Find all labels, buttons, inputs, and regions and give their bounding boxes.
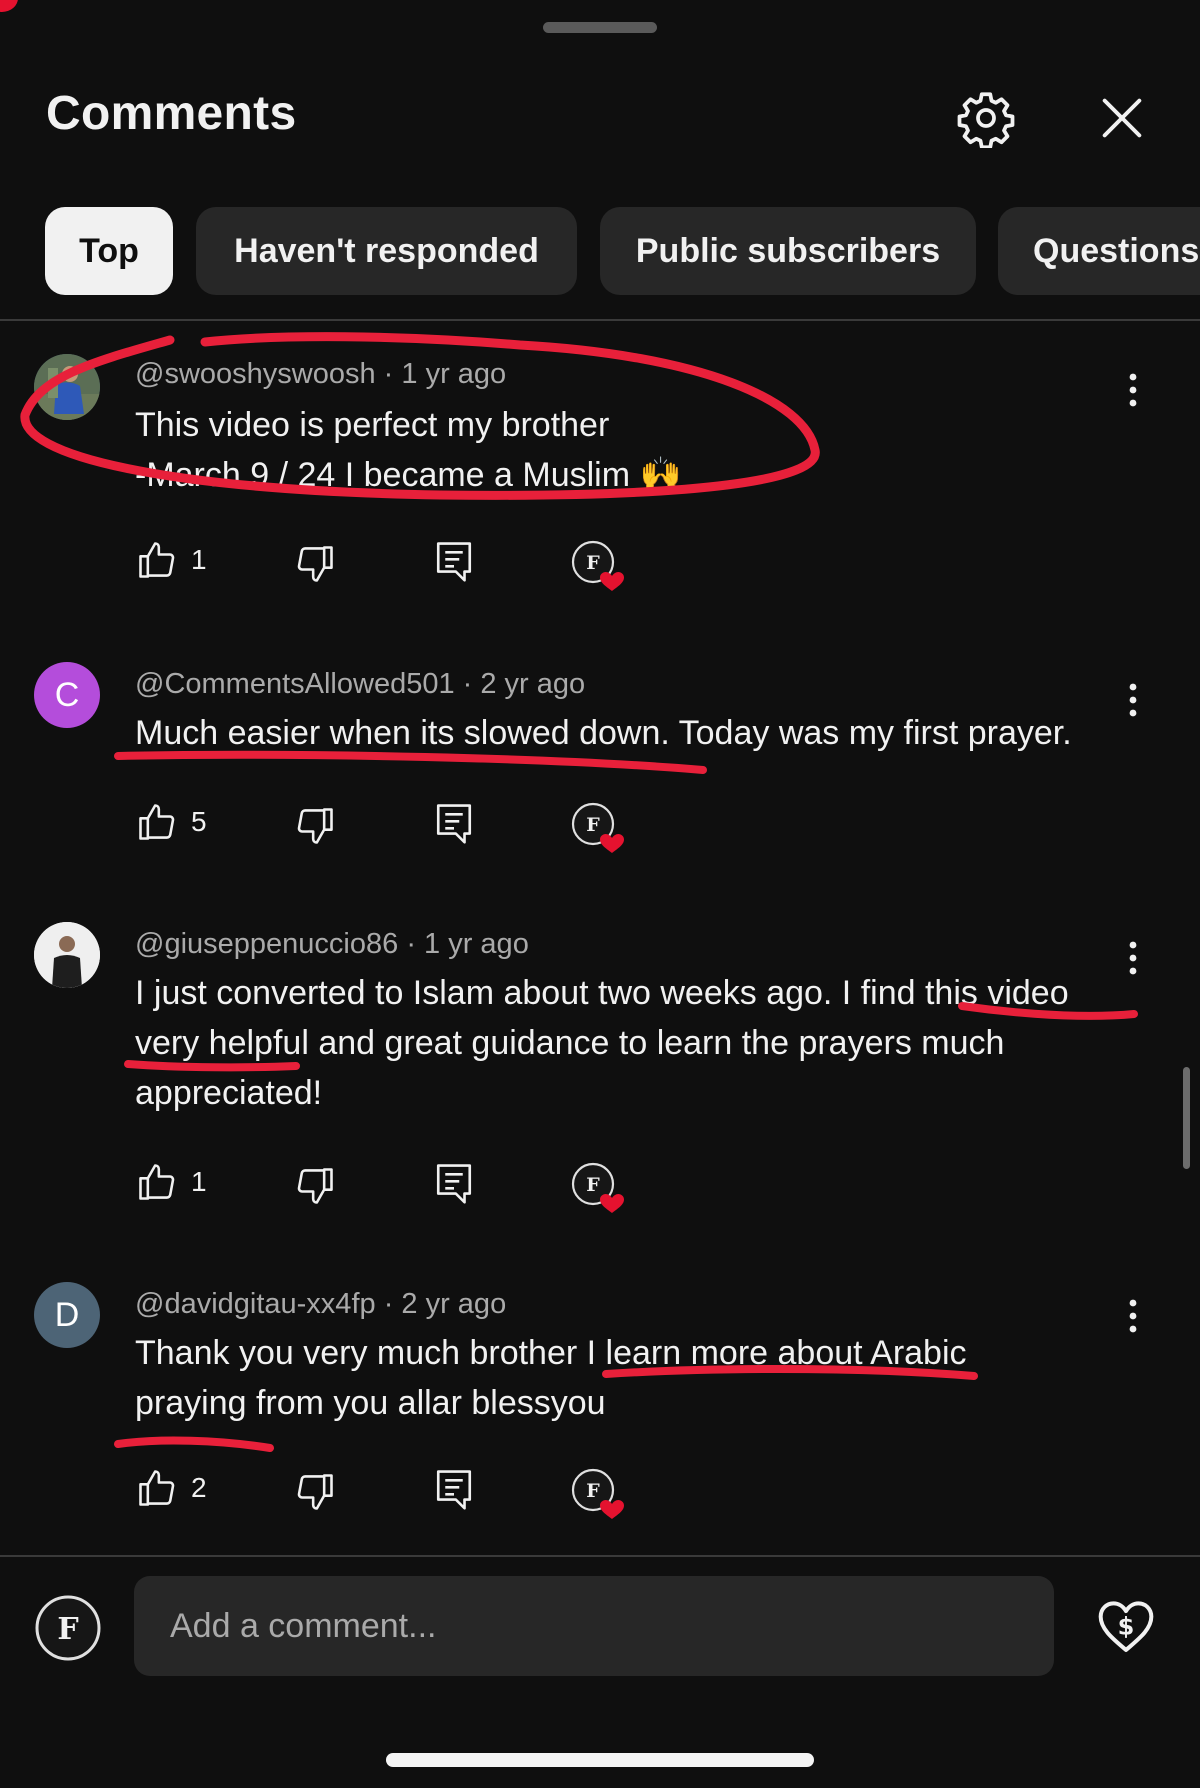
chips-divider xyxy=(0,319,1200,321)
comment-text: Thank you very much brother I learn more… xyxy=(135,1328,1135,1428)
comment-line: praying from you allar blessyou xyxy=(135,1384,606,1422)
chip-top[interactable]: Top xyxy=(45,207,173,295)
avatar-photo xyxy=(34,354,100,420)
scrollbar[interactable] xyxy=(1183,1067,1190,1169)
svg-text:F: F xyxy=(57,1612,78,1647)
comment-text: Much easier when its slowed down. Today … xyxy=(135,708,1135,758)
svg-text:$: $ xyxy=(1118,1613,1135,1641)
reply-icon[interactable] xyxy=(433,538,475,584)
filter-chips: Top Haven't responded Public subscribers… xyxy=(0,207,1200,297)
creator-heart-icon[interactable]: F xyxy=(569,1160,625,1216)
like-icon[interactable] xyxy=(135,538,179,582)
chip-public-subscribers[interactable]: Public subscribers xyxy=(600,207,976,295)
comment-time: 2 yr ago xyxy=(480,668,586,700)
like-count: 1 xyxy=(191,544,207,575)
dislike-icon[interactable] xyxy=(293,1470,337,1514)
home-indicator xyxy=(386,1753,814,1767)
comment-meta: @davidgitau-xx4fp · 2 yr ago xyxy=(135,1288,506,1321)
svg-text:F: F xyxy=(586,814,600,836)
comment-line: very helpful and great guidance to learn… xyxy=(135,1024,1005,1062)
svg-text:F: F xyxy=(586,1174,600,1196)
comment-author[interactable]: @davidgitau-xx4fp xyxy=(135,1288,376,1320)
meta-separator: · xyxy=(406,928,425,960)
avatar[interactable] xyxy=(34,354,100,420)
reply-icon[interactable] xyxy=(433,1160,475,1206)
svg-text:F: F xyxy=(586,1480,600,1502)
comment-line: appreciated! xyxy=(135,1074,323,1112)
close-icon[interactable] xyxy=(1096,92,1148,144)
comment-line: -March 9 / 24 I became a Muslim 🙌 xyxy=(135,456,682,494)
gear-icon[interactable] xyxy=(956,88,1016,148)
creator-heart-icon[interactable]: F xyxy=(569,538,625,594)
comment-time: 1 yr ago xyxy=(401,358,507,390)
like-count: 1 xyxy=(191,1166,207,1197)
super-thanks-icon[interactable]: $ xyxy=(1094,1594,1158,1658)
composer-divider xyxy=(0,1555,1200,1557)
comment-actions: 5 F xyxy=(135,800,655,853)
comment-author[interactable]: @swooshyswoosh xyxy=(135,358,376,390)
comment-line: This video is perfect my brother xyxy=(135,406,610,444)
creator-heart-icon[interactable]: F xyxy=(569,800,625,856)
page-title: Comments xyxy=(46,87,297,140)
like-icon[interactable] xyxy=(135,1160,179,1204)
more-options-icon[interactable] xyxy=(1118,370,1148,410)
creator-heart-icon[interactable]: F xyxy=(569,1466,625,1522)
meta-separator: · xyxy=(383,358,402,390)
add-comment-input[interactable] xyxy=(134,1576,1054,1676)
svg-text:F: F xyxy=(586,552,600,574)
dislike-icon[interactable] xyxy=(293,542,337,586)
comment-text: I just converted to Islam about two week… xyxy=(135,968,1135,1118)
avatar-photo xyxy=(34,922,100,988)
more-options-icon[interactable] xyxy=(1118,680,1148,720)
comment-text: This video is perfect my brother -March … xyxy=(135,400,1135,500)
comment-meta: @CommentsAllowed501 · 2 yr ago xyxy=(135,668,585,701)
comment-time: 1 yr ago xyxy=(424,928,529,960)
comment-line: Thank you very much brother I learn more… xyxy=(135,1334,967,1372)
avatar[interactable] xyxy=(34,922,100,988)
more-options-icon[interactable] xyxy=(1118,938,1148,978)
avatar[interactable]: D xyxy=(34,1282,100,1348)
comment-actions: 1 F xyxy=(135,1160,655,1213)
user-avatar[interactable]: F xyxy=(34,1594,102,1662)
dislike-icon[interactable] xyxy=(293,1164,337,1208)
notification-dot xyxy=(0,0,18,12)
comment-line: Much easier when its slowed down. Today … xyxy=(135,714,1072,752)
comment-meta: @giuseppenuccio86 · 1 yr ago xyxy=(135,928,529,961)
dislike-icon[interactable] xyxy=(293,804,337,848)
like-icon[interactable] xyxy=(135,1466,179,1510)
reply-icon[interactable] xyxy=(433,1466,475,1512)
comment-time: 2 yr ago xyxy=(401,1288,507,1320)
reply-icon[interactable] xyxy=(433,800,475,846)
like-count: 5 xyxy=(191,806,207,837)
comment-author[interactable]: @CommentsAllowed501 xyxy=(135,668,455,700)
comment-meta: @swooshyswoosh · 1 yr ago xyxy=(135,358,506,391)
meta-separator: · xyxy=(462,668,481,700)
avatar[interactable]: C xyxy=(34,662,100,728)
like-count: 2 xyxy=(191,1472,207,1503)
drag-handle[interactable] xyxy=(543,22,657,33)
more-options-icon[interactable] xyxy=(1118,1296,1148,1336)
chip-havent-responded[interactable]: Haven't responded xyxy=(196,207,577,295)
comment-actions: 1 F xyxy=(135,538,655,591)
comment-actions: 2 F xyxy=(135,1466,655,1519)
comment-line: I just converted to Islam about two week… xyxy=(135,974,1069,1012)
comment-author[interactable]: @giuseppenuccio86 xyxy=(135,928,398,960)
chip-questions[interactable]: Questions xyxy=(998,207,1200,295)
like-icon[interactable] xyxy=(135,800,179,844)
meta-separator: · xyxy=(383,1288,402,1320)
